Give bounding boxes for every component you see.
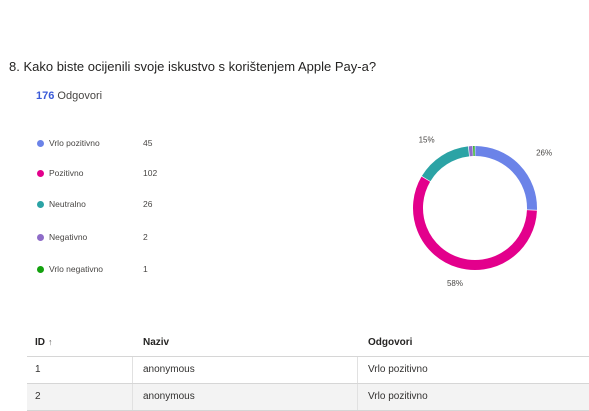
question-title: 8. Kako biste ocijenili svoje iskustvo s… xyxy=(9,59,376,74)
legend-label: Vrlo pozitivno xyxy=(49,138,100,148)
legend-value: 1 xyxy=(143,264,148,274)
legend-dot-icon xyxy=(37,234,44,241)
column-divider xyxy=(357,384,358,410)
responses-summary: 176 Odgovori xyxy=(36,90,102,102)
donut-slice-neutralno[interactable] xyxy=(426,151,468,178)
responses-table: ID↑ Naziv Odgovori 1 anonymous Vrlo pozi… xyxy=(27,330,589,411)
legend-dot-icon xyxy=(37,170,44,177)
donut-percent-label: 58% xyxy=(447,279,463,288)
table-row[interactable]: 1 anonymous Vrlo pozitivno xyxy=(27,357,589,384)
legend-item-vrlo-pozitivno[interactable]: Vrlo pozitivno 45 xyxy=(37,137,207,151)
cell-name: anonymous xyxy=(143,391,195,402)
legend-dot-icon xyxy=(37,140,44,147)
legend-value: 45 xyxy=(143,138,152,148)
legend-label: Vrlo negativno xyxy=(49,264,103,274)
sort-ascending-icon[interactable]: ↑ xyxy=(48,337,53,347)
donut-slice-pozitivno[interactable] xyxy=(418,179,532,265)
legend-dot-icon xyxy=(37,266,44,273)
responses-label: Odgovori xyxy=(57,90,102,102)
legend-label: Pozitivno xyxy=(49,168,84,178)
legend-item-pozitivno[interactable]: Pozitivno 102 xyxy=(37,167,207,181)
header-name[interactable]: Naziv xyxy=(143,337,169,348)
legend-item-vrlo-negativno[interactable]: Vrlo negativno 1 xyxy=(37,263,207,277)
cell-answer: Vrlo pozitivno xyxy=(368,364,428,375)
cell-id: 2 xyxy=(35,391,41,402)
table-header-row: ID↑ Naziv Odgovori xyxy=(27,330,589,357)
cell-id: 1 xyxy=(35,364,41,375)
header-id[interactable]: ID↑ xyxy=(35,337,53,348)
legend-value: 2 xyxy=(143,232,148,242)
cell-name: anonymous xyxy=(143,364,195,375)
header-answers[interactable]: Odgovori xyxy=(368,337,412,348)
donut-percent-label: 15% xyxy=(419,135,435,144)
legend-label: Negativno xyxy=(49,232,87,242)
cell-answer: Vrlo pozitivno xyxy=(368,391,428,402)
column-divider xyxy=(132,357,133,383)
legend-value: 102 xyxy=(143,168,157,178)
legend-dot-icon xyxy=(37,201,44,208)
column-divider xyxy=(132,384,133,410)
donut-percent-label: 26% xyxy=(536,149,552,158)
donut-chart-svg: 26% 58% 15% xyxy=(395,128,575,293)
legend-label: Neutralno xyxy=(49,199,86,209)
donut-slice-vrlo-pozitivno[interactable] xyxy=(475,151,532,210)
legend-item-negativno[interactable]: Negativno 2 xyxy=(37,231,207,245)
table-row[interactable]: 2 anonymous Vrlo pozitivno xyxy=(27,384,589,411)
column-divider xyxy=(357,357,358,383)
legend-value: 26 xyxy=(143,199,152,209)
donut-chart: 26% 58% 15% xyxy=(395,128,575,293)
legend-item-neutralno[interactable]: Neutralno 26 xyxy=(37,198,207,212)
responses-count: 176 xyxy=(36,90,54,102)
